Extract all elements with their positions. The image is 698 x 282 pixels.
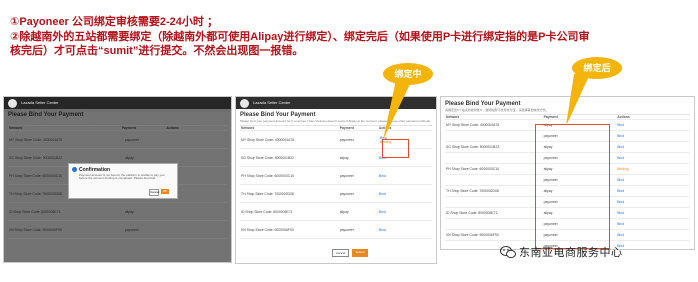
dialog-message: Payment account is not bound, the platfo… [79,173,165,181]
bind-link[interactable]: Bind [616,189,690,193]
bind-link[interactable]: Bind [378,192,432,196]
callout-arrow-binding [383,80,412,140]
ok-button[interactable]: OK [161,189,169,194]
shop-name: ID Shop Store Code: 8000005E71 [446,211,498,215]
bind-link[interactable]: Bind [616,134,690,138]
payment-method: payoneer [339,191,354,196]
payment-method: alipay [339,209,349,214]
binding-status: Binding [617,167,629,171]
shop-name: MY Shop Store Code: 4000004A76 [241,137,295,142]
bind-link[interactable]: Bind [616,123,690,127]
brand-name: Lazada Seller Center [253,100,291,105]
table-row: PH Shop Store Code: 6000003C10 payoneer Bi… [240,167,432,185]
payment-method: payoneer [124,137,140,142]
wechat-icon [500,246,516,259]
cancel-button[interactable]: Cancel [332,249,350,257]
logo-icon [240,98,249,108]
table-row: VN Shop Store Code: 9000006F93 payoneer Bi… [240,221,432,239]
shop-name: PH Shop Store Code: 6000003C10 [446,167,499,171]
payment-method: payoneer [339,137,354,142]
bind-link[interactable]: Bind [378,210,432,214]
shop-name: ID Shop Store Code: 8000005E71 [9,209,61,214]
header-payment: Payment [339,126,354,130]
header-actions: Actions [617,115,630,119]
payment-method: payoneer [339,173,354,178]
shop-name: TH Shop Store Code: 7000002D08 [446,189,499,193]
shop-name: TH Shop Store Code: 7000002D08 [241,191,294,196]
payment-method: alipay [124,155,134,160]
shop-name: PH Shop Store Code: 6000003C10 [241,173,294,178]
table-row: TH Shop Store Code: 7000002D08 payoneer Bi… [240,185,432,203]
note-line-2: ②除越南外的五站都需要绑定（除越南外都可使用Alipay进行绑定）、绑定完后（如… [10,31,590,57]
header-payment: Payment [121,126,136,130]
payment-method: payoneer [339,227,354,232]
bound-highlight-box [535,124,610,249]
form-buttons: Cancel Submit [332,249,368,257]
bind-link[interactable]: Bind [616,211,690,215]
shop-name: VN Shop Store Code: 9000006F93 [241,227,294,232]
screenshot-error: Lazada Seller Center Please Bind Your Pa… [3,96,232,263]
bind-link[interactable]: Bind [616,200,690,204]
callout-bound: 绑定后 [572,57,622,79]
note-line-1: ①Payoneer 公司绑定审核需要2-24小时 ； [10,16,218,28]
info-icon [72,167,77,172]
shop-name: SG Shop Store Code: 5000001B22 [446,145,499,149]
bind-link[interactable]: Bind [616,145,690,149]
callout-binding: 绑定中 [383,63,433,85]
submit-button[interactable]: Submit [352,249,368,257]
header-network: Network [446,115,460,119]
bind-link[interactable]: Bind [378,228,432,232]
confirmation-dialog: Confirmation Payment account is not boun… [68,163,178,199]
callout-arrow-bound [566,74,590,126]
shop-name: ID Shop Store Code: 8000005E71 [241,209,293,214]
shop-name: SG Shop Store Code: 5000001B22 [241,155,294,160]
table-row: ID Shop Store Code: 8000005E71 alipay Bind [240,203,432,221]
shop-name: VN Shop Store Code: 9000006F93 [9,227,62,232]
table-row: VN Shop Store Code: 9000006F93 payoneer [8,221,227,239]
bind-link[interactable]: Bind [616,156,690,160]
page-title: Please Bind Your Payment [8,112,84,118]
payment-method: payoneer [124,227,140,232]
shop-name: MY Shop Store Code: 4000004A76 [446,123,500,127]
bind-link[interactable]: Bind [616,178,690,182]
top-bar: Lazada Seller Center [4,97,231,109]
bind-link[interactable]: Bind [378,174,432,178]
header-network: Network [9,126,23,130]
payment-method: alipay [339,155,349,160]
payment-method: alipay [124,209,134,214]
header-network: Network [241,126,255,130]
shop-name: SG Shop Store Code: 5000001B22 [9,155,62,160]
table-row: ID Shop Store Code: 8000005E71 alipay [8,203,227,221]
page-description: Please bind your payment account for 6 c… [8,119,199,123]
cancel-button[interactable]: Cancel [149,189,159,196]
logo-icon [8,98,17,108]
wechat-watermark: 东南亚电商服务中心 [500,244,623,260]
watermark-text: 东南亚电商服务中心 [519,247,623,259]
brand-name: Lazada Seller Center [21,100,59,105]
shop-name: MY Shop Store Code: 4000004A76 [9,137,63,142]
bind-link[interactable]: Bind [616,233,690,237]
header-actions: Actions [166,126,179,130]
bind-link[interactable]: Bind [616,222,690,226]
shop-name: VN Shop Store Code: 9000006F93 [446,233,499,237]
table-row: MY Shop Store Code: 4000004A76 payoneer [8,131,227,149]
bind-link[interactable]: Bind [616,244,690,248]
